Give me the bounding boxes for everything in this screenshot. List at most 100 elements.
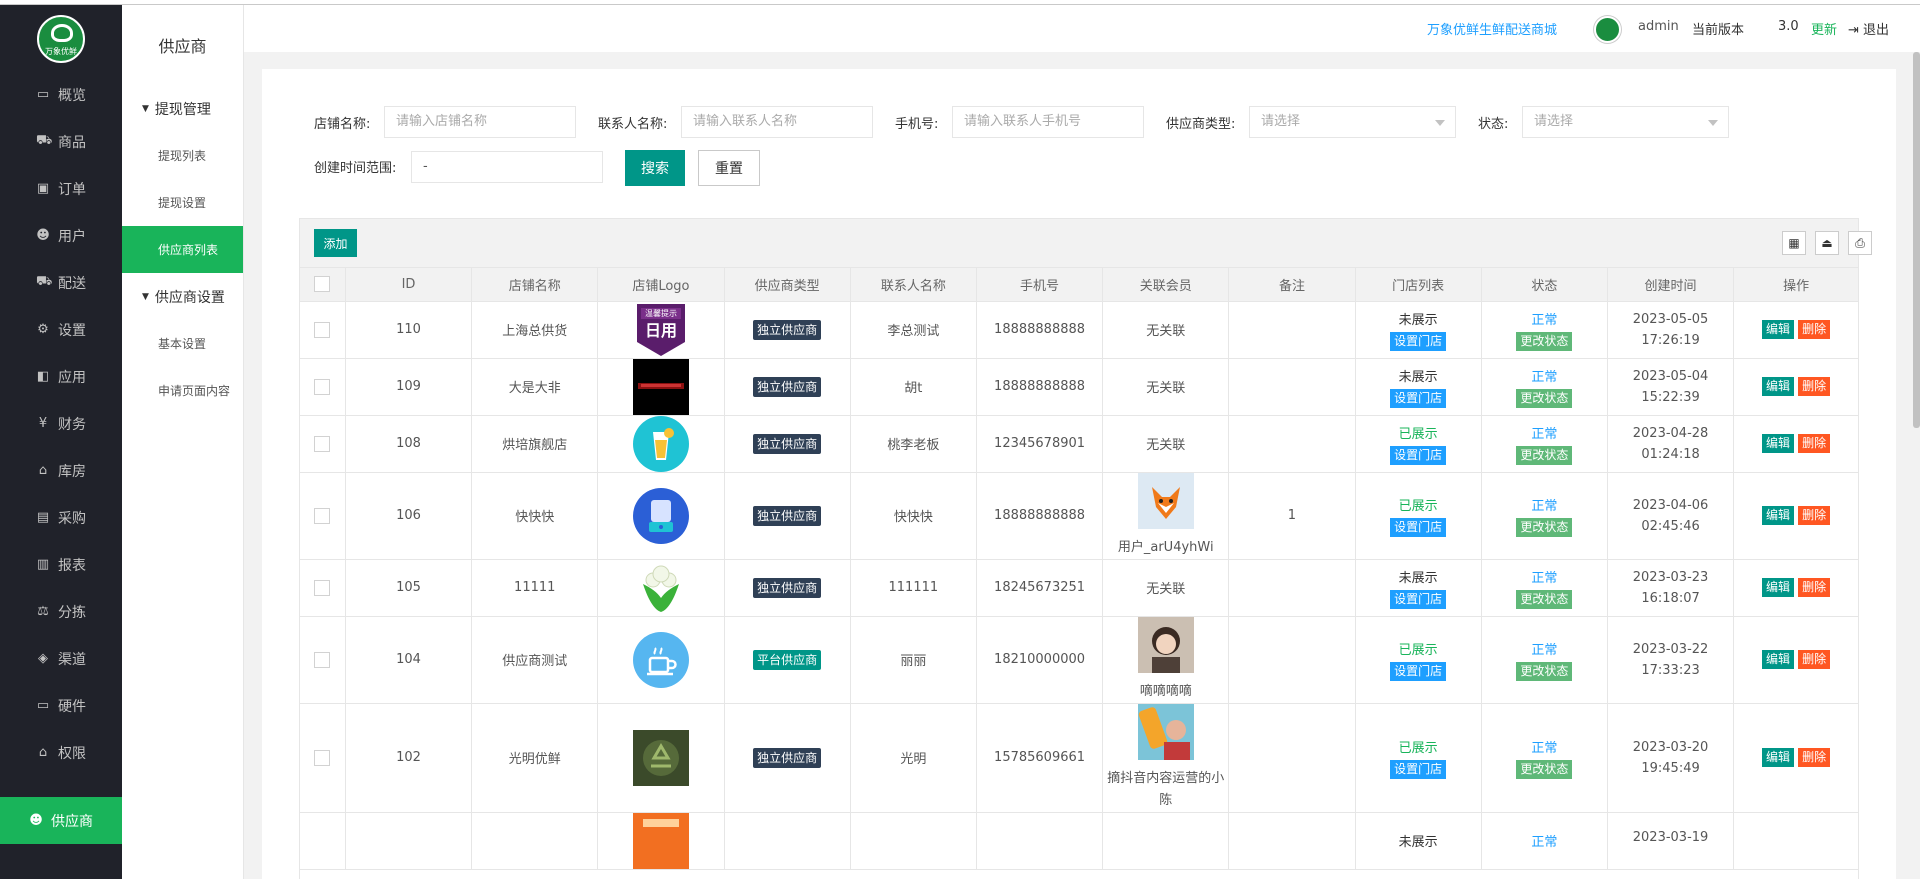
row-checkbox[interactable] <box>314 651 331 668</box>
change-status-button[interactable]: 更改状态 <box>1516 331 1573 351</box>
change-status-button[interactable]: 更改状态 <box>1516 388 1573 408</box>
sidebar-item-8[interactable]: ⌂ 库房 <box>0 447 122 494</box>
set-store-button[interactable]: 设置门店 <box>1390 759 1447 779</box>
delete-button[interactable]: 删除 <box>1798 377 1831 396</box>
delete-button[interactable]: 删除 <box>1798 578 1831 597</box>
reset-button[interactable]: 重置 <box>698 150 760 186</box>
sidebar-item-10[interactable]: ▥ 报表 <box>0 541 122 588</box>
supplier-type-select[interactable]: 请选择 <box>1249 106 1456 138</box>
status-text: 正常 <box>1531 369 1558 385</box>
delete-button[interactable]: 删除 <box>1798 506 1831 525</box>
store-display-status: 已展示 <box>1398 426 1438 442</box>
edit-button[interactable]: 编辑 <box>1761 748 1794 767</box>
sub-group-supplier-settings[interactable]: ▼ 供应商设置 <box>122 273 243 320</box>
sub-item-supplier-list[interactable]: 供应商列表 <box>122 226 243 273</box>
set-store-button[interactable]: 设置门店 <box>1390 661 1447 681</box>
edit-button[interactable]: 编辑 <box>1761 650 1794 669</box>
edit-button[interactable]: 编辑 <box>1761 578 1794 597</box>
time-range-input[interactable]: - <box>411 151 603 183</box>
phone-input[interactable]: 请输入联系人手机号 <box>952 106 1144 138</box>
purchase-icon: ▤ <box>36 510 50 525</box>
add-button[interactable]: 添加 <box>314 229 357 257</box>
cell-created-time: 2023-03-20 19:45:49 <box>1607 703 1735 813</box>
sidebar-item-9[interactable]: ▤ 采购 <box>0 494 122 541</box>
sidebar-item-15[interactable]: ☻ 供应商 <box>0 797 122 844</box>
contact-name-input[interactable]: 请输入联系人名称 <box>681 106 873 138</box>
table-toolbar: 添加 ▦ ⏏ ⎙ <box>300 219 1872 268</box>
brand-logo[interactable]: 万象优鲜 <box>37 15 85 63</box>
created-date: 2023-03-19 <box>1632 830 1709 845</box>
change-status-button[interactable]: 更改状态 <box>1516 589 1573 609</box>
sidebar-item-11[interactable]: ⚖ 分拣 <box>0 588 122 635</box>
set-store-button[interactable]: 设置门店 <box>1390 445 1447 465</box>
sidebar-item-13[interactable]: ▭ 硬件 <box>0 682 122 729</box>
print-icon[interactable]: ⎙ <box>1848 231 1872 255</box>
user-avatar[interactable] <box>1594 16 1621 43</box>
change-status-button[interactable]: 更改状态 <box>1516 661 1573 681</box>
supplier-type-badge: 独立供应商 <box>753 376 822 397</box>
created-time: 17:33:23 <box>1641 662 1700 678</box>
row-checkbox[interactable] <box>314 579 331 596</box>
delete-button[interactable]: 删除 <box>1798 320 1831 339</box>
row-checkbox[interactable] <box>314 435 331 452</box>
sidebar-item-3[interactable]: ☻ 用户 <box>0 212 122 259</box>
sub-item-apply-page[interactable]: 申请页面内容 <box>122 367 243 414</box>
cart-icon: ⛟ <box>36 133 53 148</box>
row-checkbox[interactable] <box>314 321 331 338</box>
cell-store-list: 未展示 设置门店 <box>1355 358 1482 416</box>
columns-icon[interactable]: ▦ <box>1782 231 1806 255</box>
main-nav: ▭ 概览 ⛟ 商品 ▣ 订单 ☻ 用户 ⛟ 配送 ⚙ 设置 ◧ 应用 ¥ 财务 ⌂ 库房 ▤ 采购 ▥ 报表 ⚖ 分拣 ◈ 渠道 ▭… <box>0 71 122 844</box>
sub-group-withdraw[interactable]: ▼ 提现管理 <box>122 85 243 132</box>
sidebar-item-12[interactable]: ◈ 渠道 <box>0 635 122 682</box>
shop-name-link[interactable]: 万象优鲜生鲜配送商城 <box>1427 19 1557 38</box>
member-name: 嘀嘀嘀嘀 <box>1139 683 1192 699</box>
delete-button[interactable]: 删除 <box>1798 434 1831 453</box>
row-checkbox[interactable] <box>314 378 331 395</box>
version-label: 当前版本 <box>1692 23 1745 38</box>
select-all-checkbox[interactable] <box>314 276 331 293</box>
sidebar-item-0[interactable]: ▭ 概览 <box>0 71 122 118</box>
export-icon[interactable]: ⏏ <box>1815 231 1839 255</box>
delete-button[interactable]: 删除 <box>1798 650 1831 669</box>
set-store-button[interactable]: 设置门店 <box>1390 517 1447 537</box>
edit-button[interactable]: 编辑 <box>1761 434 1794 453</box>
status-select[interactable]: 请选择 <box>1522 106 1729 138</box>
sidebar-item-4[interactable]: ⛟ 配送 <box>0 259 122 306</box>
change-status-button[interactable]: 更改状态 <box>1516 517 1573 537</box>
sidebar-item-label: 概览 <box>58 87 86 104</box>
delete-button[interactable]: 删除 <box>1798 748 1831 767</box>
sub-item-withdraw-settings[interactable]: 提现设置 <box>122 179 243 226</box>
sidebar-item-label: 设置 <box>58 322 86 339</box>
edit-button[interactable]: 编辑 <box>1761 506 1794 525</box>
sidebar-item-2[interactable]: ▣ 订单 <box>0 165 122 212</box>
set-store-button[interactable]: 设置门店 <box>1390 589 1447 609</box>
update-link[interactable]: 更新 <box>1811 19 1837 38</box>
sidebar-item-6[interactable]: ◧ 应用 <box>0 353 122 400</box>
search-button[interactable]: 搜索 <box>625 150 685 186</box>
contact-name-label: 联系人名称: <box>598 117 668 132</box>
change-status-button[interactable]: 更改状态 <box>1516 445 1573 465</box>
member-name: 摘抖音内容运营的小陈 <box>1107 770 1225 808</box>
set-store-button[interactable]: 设置门店 <box>1390 331 1447 351</box>
sidebar-item-label: 分拣 <box>58 604 86 621</box>
cell-phone: 18210000000 <box>976 616 1104 704</box>
sub-item-withdraw-list[interactable]: 提现列表 <box>122 132 243 179</box>
row-checkbox[interactable] <box>314 507 331 524</box>
change-status-button[interactable]: 更改状态 <box>1516 759 1573 779</box>
edit-button[interactable]: 编辑 <box>1761 377 1794 396</box>
sub-item-basic-settings[interactable]: 基本设置 <box>122 320 243 367</box>
column-header: 操作 <box>1733 268 1858 302</box>
sidebar-item-1[interactable]: ⛟ 商品 <box>0 118 122 165</box>
page-scrollbar[interactable] <box>1913 52 1920 428</box>
row-checkbox[interactable] <box>314 749 331 766</box>
cell-actions: 编辑 删除 <box>1733 415 1858 473</box>
username[interactable]: admin <box>1638 19 1679 34</box>
edit-button[interactable]: 编辑 <box>1761 320 1794 339</box>
sidebar-item-7[interactable]: ¥ 财务 <box>0 400 122 447</box>
set-store-button[interactable]: 设置门店 <box>1390 388 1447 408</box>
shop-logo-image <box>632 631 689 688</box>
logout-button[interactable]: ⇥ 退出 <box>1848 19 1889 38</box>
sidebar-item-5[interactable]: ⚙ 设置 <box>0 306 122 353</box>
sidebar-item-14[interactable]: ⌂ 权限 <box>0 729 122 776</box>
shop-name-input[interactable]: 请输入店铺名称 <box>384 106 576 138</box>
